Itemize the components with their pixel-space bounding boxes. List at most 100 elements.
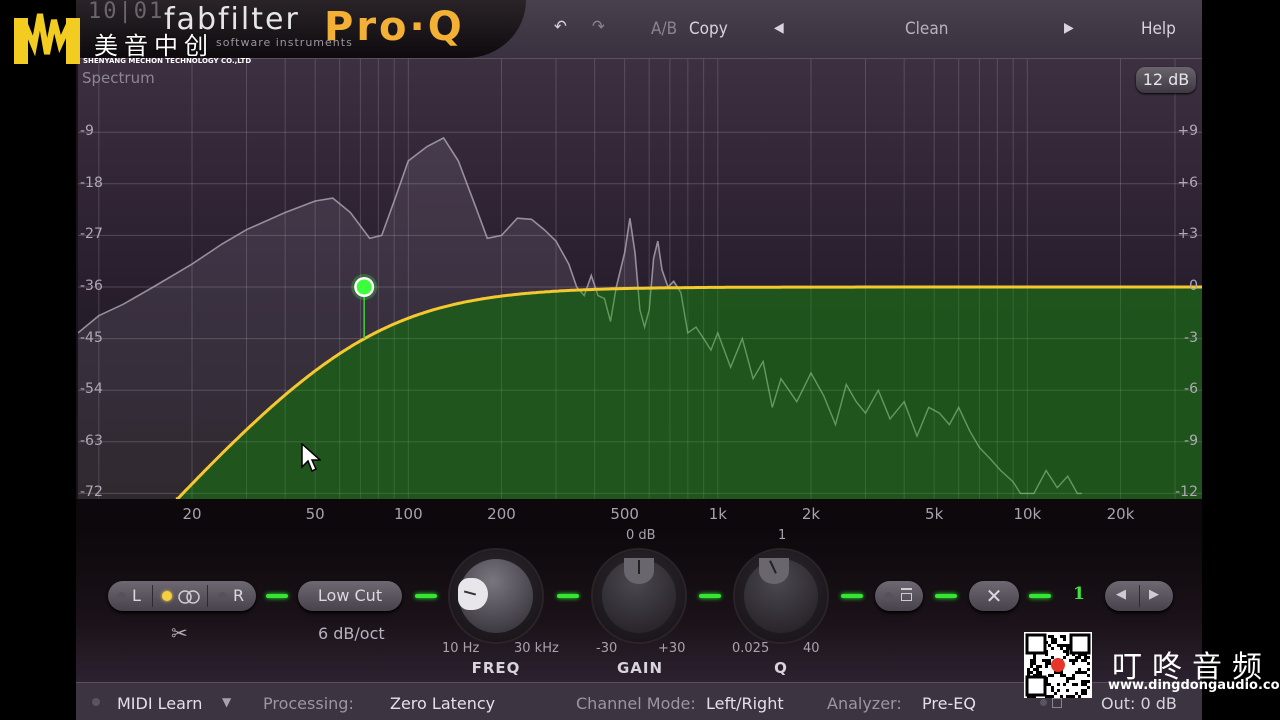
qr-module [1078,695,1081,698]
y-left-tick-label: -63 [80,432,103,449]
band-node-handle[interactable] [356,279,372,295]
redo-icon: ↷ [592,17,605,37]
qr-module [1027,671,1030,674]
qr-module [1063,638,1066,641]
preset-next-button[interactable]: ▶ [1064,20,1074,36]
y-left-tick-label: -27 [80,226,103,243]
link-led [415,594,437,598]
qr-module [1030,665,1033,668]
y-left-tick-label: -9 [80,123,94,140]
eq-graph-svg[interactable] [78,59,1202,499]
delete-band-button[interactable]: ✕ [969,581,1019,611]
qr-module [1048,683,1051,686]
eq-display[interactable]: Spectrum 12 dB -9 -18 -27 -36 -45 -54 -63 -72 +9… [78,59,1202,501]
x-tick-label: 100 [394,505,423,523]
watermark-dingdong-url: www.dingdongaudio.com [1108,678,1280,693]
window-icon[interactable] [1052,698,1062,708]
qr-module [1075,659,1078,662]
qr-module [1072,662,1075,665]
output-gain[interactable]: Out: 0 dB [1101,694,1177,713]
qr-module [1054,641,1057,644]
y-left-tick-label: -45 [80,329,103,346]
qr-module [1087,656,1090,659]
copy-button[interactable]: Copy [689,19,728,39]
prev-band-button[interactable]: ◀ [1116,587,1126,602]
next-band-button[interactable]: ▶ [1149,587,1159,602]
brand-binary-logo: 10|01 [88,0,165,24]
triangle-left-icon: ◀ [774,20,784,36]
redo-button[interactable]: ↷ [592,17,605,37]
separator [207,585,208,607]
band-enable-icon [901,588,912,602]
x-tick-label: 200 [487,505,516,523]
band-navigator[interactable]: ◀ ▶ [1105,581,1173,611]
stereo-link-icon[interactable] [177,589,201,608]
header-bar: 10|01 fabfilter software instruments Pro… [76,0,1202,59]
band-number: 1 [1073,584,1085,604]
qr-finder [1069,633,1091,655]
qr-module [1072,674,1075,677]
qr-module [1063,683,1066,686]
qr-module [1084,656,1087,659]
scissors-icon[interactable]: ✂ [171,621,188,645]
mouse-cursor-icon [301,442,322,477]
q-label: Q [774,659,788,677]
preset-prev-button[interactable]: ◀ [774,20,784,36]
y-right-tick-label: +9 [1177,123,1198,140]
qr-module [1084,692,1087,695]
filter-type-button[interactable]: Low Cut [298,581,402,611]
qr-module [1054,692,1057,695]
qr-module [1033,656,1036,659]
processing-dropdown[interactable]: Zero Latency [390,694,495,713]
qr-module [1045,659,1048,662]
ab-button[interactable]: A/B [651,19,677,39]
freq-knob[interactable] [450,550,542,642]
channel-selector[interactable]: L R [108,581,256,611]
midi-learn-button[interactable]: MIDI Learn [117,694,202,713]
y-left-tick-label: -18 [80,174,103,191]
channel-mode-dropdown[interactable]: Left/Right [706,694,784,713]
qr-module [1048,635,1051,638]
link-led [699,594,721,598]
qr-module [1066,650,1069,653]
link-led [935,594,957,598]
watermark-cn-title: 美音中创 [94,32,214,60]
qr-module [1081,689,1084,692]
qr-module [1051,686,1054,689]
gain-knob[interactable] [593,550,685,642]
x-tick-label: 5k [925,505,944,523]
separator [152,585,153,607]
qr-module [1081,680,1084,683]
gain-label: GAIN [616,659,664,677]
qr-module [1087,668,1090,671]
qr-module [1081,683,1084,686]
help-button[interactable]: Help [1141,19,1176,39]
qr-module [1066,653,1069,656]
preset-name[interactable]: Clean [905,19,948,39]
x-tick-label: 1k [708,505,727,523]
undo-button[interactable]: ↶ [554,17,567,37]
q-knob[interactable] [735,550,827,642]
channel-left-option[interactable]: L [132,586,141,605]
display-range-button[interactable]: 12 dB [1136,67,1196,93]
plugin-window: 10|01 fabfilter software instruments Pro… [76,0,1202,720]
product-name: Pro·Q [324,4,465,50]
analyzer-dropdown[interactable]: Pre-EQ [922,694,976,713]
slope-label[interactable]: 6 dB/oct [318,624,385,643]
qr-module [1078,671,1081,674]
qr-module [1057,689,1060,692]
x-tick-label: 500 [610,505,639,523]
x-tick-label: 50 [305,505,325,523]
x-tick-label: 20k [1106,505,1135,523]
close-x-icon: ✕ [985,584,1003,608]
channel-right-option[interactable]: R [233,586,244,605]
separator [1139,585,1140,607]
qr-module [1036,671,1039,674]
freq-min-label: 10 Hz [442,641,480,656]
band-bypass-button[interactable] [875,581,923,611]
y-left-tick-label: -72 [80,484,103,501]
midi-dropdown-icon[interactable]: ▼ [222,695,231,709]
qr-module [1084,683,1087,686]
q-max-label: 40 [803,641,820,656]
triangle-right-icon: ▶ [1064,20,1074,36]
